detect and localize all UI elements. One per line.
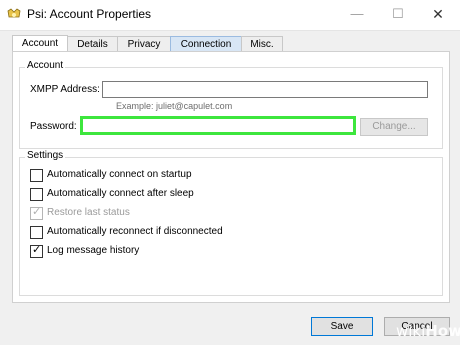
tab-connection[interactable]: Connection <box>170 36 242 52</box>
checkbox[interactable] <box>30 169 43 182</box>
minimize-icon[interactable]: — <box>346 4 368 24</box>
xmpp-address-input[interactable] <box>102 81 428 98</box>
password-input[interactable] <box>80 116 356 135</box>
checkbox[interactable]: ✓ <box>30 244 43 258</box>
save-button[interactable]: Save <box>311 317 373 336</box>
checkmark-icon: ✓ <box>32 206 42 218</box>
tab-privacy[interactable]: Privacy <box>117 36 171 52</box>
checkbox: ✓ <box>30 206 43 220</box>
close-icon[interactable]: ✕ <box>427 4 449 24</box>
checkbox[interactable] <box>30 188 43 201</box>
password-label: Password: <box>30 121 77 132</box>
tab-details[interactable]: Details <box>67 36 118 52</box>
tab-misc[interactable]: Misc. <box>241 36 283 52</box>
title-bar: Psi: Account Properties — ☐ ✕ <box>0 0 460 31</box>
change-password-button[interactable]: Change... <box>360 118 428 136</box>
checkbox[interactable] <box>30 226 43 239</box>
option-label: Restore last status <box>47 207 130 218</box>
account-group-label: Account <box>25 60 66 71</box>
option-label: Log message history <box>47 245 140 256</box>
window-title: Psi: Account Properties <box>27 7 152 21</box>
option-label: Automatically connect after sleep <box>47 188 194 199</box>
settings-group-label: Settings <box>25 150 66 161</box>
wikihow-watermark: wikiHow <box>396 322 460 340</box>
option-label: Automatically reconnect if disconnected <box>47 226 223 237</box>
example-hint: Example: juliet@capulet.com <box>116 101 233 111</box>
psi-app-icon <box>7 8 21 18</box>
option-label: Automatically connect on startup <box>47 169 192 180</box>
checkmark-icon: ✓ <box>32 244 42 256</box>
xmpp-address-label: XMPP Address: <box>30 84 100 95</box>
maximize-icon[interactable]: ☐ <box>387 4 409 24</box>
